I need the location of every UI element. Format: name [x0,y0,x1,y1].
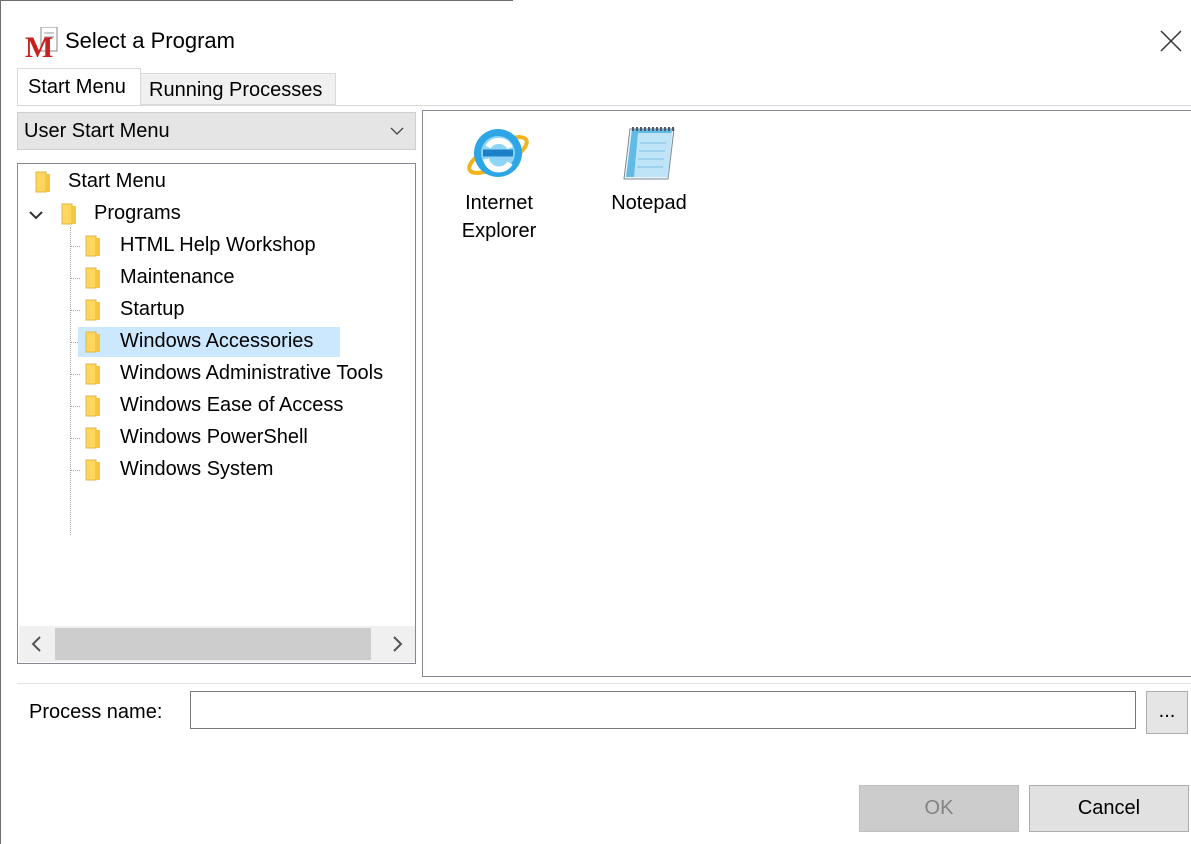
tree-guide-line [70,470,80,471]
folder-icon [84,266,102,290]
section-divider [17,683,1191,684]
program-label: Internet [465,192,533,214]
program-label: Notepad [611,192,687,214]
tree-node-label: Programs [94,202,181,224]
title-bar: M Select a Program [1,1,1191,65]
chevron-expanded-icon[interactable] [28,206,44,222]
scrollbar-thumb[interactable] [55,628,371,660]
tab-divider [17,105,1191,106]
program-item-internet-explorer[interactable]: Internet Explorer [449,115,549,245]
folder-tree[interactable]: Start Menu Programs HTML Help Workshop M… [17,163,416,664]
scroll-right-icon[interactable] [379,626,415,662]
process-name-input[interactable] [190,691,1136,729]
tree-guide-line [70,246,80,247]
tree-guide-line [70,406,80,407]
tree-node-label: HTML Help Workshop [120,234,316,256]
close-icon[interactable] [1149,23,1189,59]
tree-guide-line [70,310,80,311]
tree-node-label: Windows Administrative Tools [120,362,384,384]
cancel-button[interactable]: Cancel [1029,785,1189,832]
tab-start-menu[interactable]: Start Menu [17,68,141,105]
tree-guide-line [70,374,80,375]
folder-icon [60,202,78,226]
tree-node-label: Windows Accessories [120,330,314,352]
internet-explorer-icon [449,115,549,189]
folder-icon [84,234,102,258]
chevron-down-icon [389,122,405,138]
window-title: Select a Program [65,28,235,53]
program-list[interactable]: Internet Explorer Notepad [422,110,1191,677]
tab-running-processes[interactable]: Running Processes [141,73,336,105]
folder-icon [84,426,102,450]
tree-node-label: Windows System [120,458,274,480]
folder-icon [84,298,102,322]
program-label: Explorer [461,220,537,242]
scroll-left-icon[interactable] [19,626,55,662]
app-logo-icon: M [25,26,59,64]
start-menu-select-value: User Start Menu [24,120,170,142]
folder-icon [84,458,102,482]
process-name-label: Process name: [29,701,163,723]
folder-icon [34,170,52,194]
tree-guide-line [70,227,71,535]
tree-node-label: Windows PowerShell [120,426,308,448]
start-menu-select[interactable]: User Start Menu [17,112,416,150]
browse-button[interactable]: ... [1146,691,1188,734]
tree-guide-line [70,278,80,279]
folder-icon [84,394,102,418]
ok-button[interactable]: OK [859,785,1019,832]
tree-node-label: Start Menu [68,170,166,192]
folder-icon [84,330,102,354]
program-item-notepad[interactable]: Notepad [599,115,699,217]
notepad-icon [599,115,699,189]
folder-icon [84,362,102,386]
svg-text:M: M [25,31,53,59]
tree-horizontal-scrollbar[interactable] [19,626,415,662]
tree-node-label: Maintenance [120,266,235,288]
select-program-dialog: M Select a Program Start Menu Running Pr… [0,0,1191,844]
tree-node-label: Startup [120,298,185,320]
tree-node-label: Windows Ease of Access [120,394,344,416]
tree-guide-line [70,438,80,439]
